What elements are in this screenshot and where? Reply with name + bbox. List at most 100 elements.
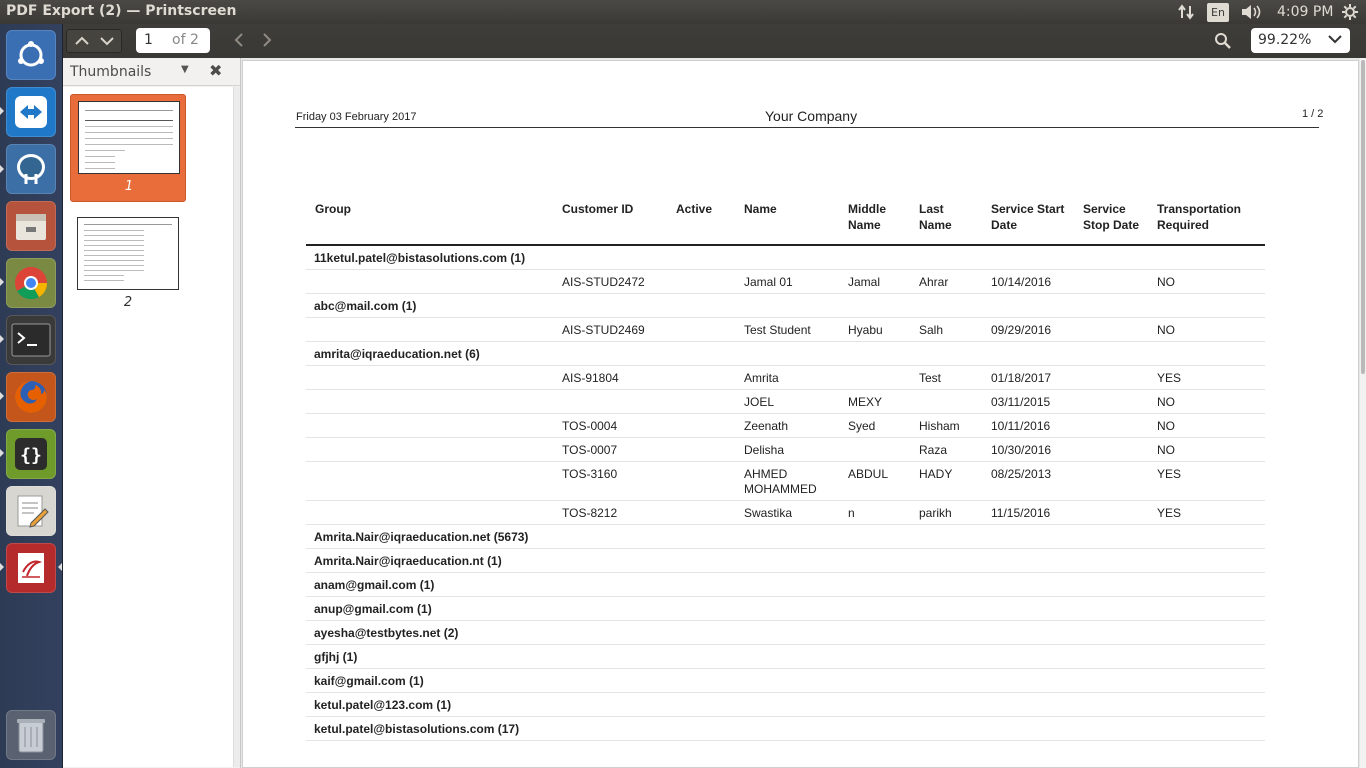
next-page-chevron-down-icon[interactable]	[95, 31, 119, 51]
column-header-transportation-required: Transportation Required	[1157, 202, 1242, 232]
previous-page-chevron-up-icon[interactable]	[70, 31, 94, 51]
running-indicator	[0, 278, 4, 286]
group-label: ketul.patel@bistasolutions.com (17)	[314, 722, 520, 736]
files-icon[interactable]	[6, 201, 56, 251]
cell-service-start-date: 10/11/2016	[991, 419, 1051, 433]
table-row: TOS-8212 Swastika n parikh 11/15/2016 YES	[306, 501, 1265, 525]
cell-transportation-required: NO	[1157, 275, 1175, 289]
history-back-chevron-left-icon[interactable]	[228, 30, 250, 50]
report-page-number: 1 / 2	[1302, 108, 1324, 120]
column-header-group: Group	[315, 202, 351, 216]
cell-service-start-date: 10/30/2016	[991, 443, 1052, 457]
thumbnail-label: 1	[124, 179, 134, 194]
document-scrollbar[interactable]	[1360, 58, 1366, 768]
group-row: kaif@gmail.com (1)	[306, 669, 1265, 693]
close-sidebar-icon[interactable]: ✖	[209, 61, 222, 80]
group-row: Amrita.Nair@iqraeducation.nt (1)	[306, 549, 1265, 573]
thumbnail-page-1[interactable]: 1	[70, 94, 186, 202]
document-scrollbar-thumb[interactable]	[1361, 60, 1365, 374]
running-indicator	[0, 335, 4, 343]
search-icon[interactable]	[1211, 30, 1233, 50]
group-row: Amrita.Nair@iqraeducation.net (5673)	[306, 525, 1265, 549]
cell-last-name: HADY	[919, 467, 953, 481]
group-label: Amrita.Nair@iqraeducation.net (5673)	[314, 530, 529, 544]
page-nav-group	[66, 29, 122, 53]
history-forward-chevron-right-icon[interactable]	[256, 30, 278, 50]
page-number-field[interactable]: 1 of 2	[136, 28, 210, 53]
group-row: abc@mail.com (1)	[306, 294, 1265, 318]
cell-middle-name: n	[848, 506, 855, 520]
ubuntu-dash-icon[interactable]	[6, 30, 56, 80]
trash-icon[interactable]	[6, 710, 56, 760]
terminal-icon[interactable]	[6, 315, 56, 365]
page-number-input[interactable]: 1	[144, 32, 153, 48]
column-header-middle-name: Middle Name	[848, 202, 886, 232]
table-row: AIS-STUD2469 Test Student Hyabu Salh 09/29/2…	[306, 318, 1265, 342]
svg-text:{}: {}	[20, 445, 42, 466]
teamviewer-icon[interactable]	[6, 87, 56, 137]
pgadmin-elephant-icon[interactable]	[6, 144, 56, 194]
group-label: ayesha@testbytes.net (2)	[314, 626, 459, 640]
sidebar-scrollbar[interactable]	[233, 87, 240, 767]
group-label: ketul.patel@123.com (1)	[314, 698, 452, 712]
table-row: TOS-3160 AHMED MOHAMMED ABDUL HADY 08/25/201…	[306, 462, 1265, 501]
thumbnails-sidebar: Thumbnails ▼ ✖ 1 2	[63, 58, 241, 768]
window-title: PDF Export (2) — Printscreen	[6, 3, 237, 19]
volume-icon[interactable]	[1239, 2, 1263, 22]
chevron-down-icon	[1328, 32, 1342, 48]
running-indicator	[0, 563, 4, 571]
zoom-value: 99.22%	[1258, 32, 1312, 48]
column-header-service-stop-date: Service Stop Date	[1083, 202, 1140, 232]
thumbnail-page-2[interactable]: 2	[70, 211, 186, 311]
cell-service-start-date: 09/29/2016	[991, 323, 1052, 337]
table-row: TOS-0007 Delisha Raza 10/30/2016 NO	[306, 438, 1265, 462]
table-row: TOS-0004 Zeenath Syed Hisham 10/11/2016 NO	[306, 414, 1265, 438]
cell-name: JOEL	[744, 395, 775, 409]
group-row: anam@gmail.com (1)	[306, 573, 1265, 597]
focused-indicator	[58, 563, 62, 571]
network-transfer-icon[interactable]	[1176, 2, 1196, 22]
launcher: {}	[0, 24, 63, 768]
sidebar-mode-dropdown-icon[interactable]: ▼	[181, 64, 189, 75]
clock[interactable]: 4:09 PM	[1277, 2, 1333, 22]
cell-name: Swastika	[744, 506, 793, 520]
column-header-customer-id: Customer ID	[562, 202, 634, 216]
sidebar-title: Thumbnails	[70, 64, 152, 80]
group-label: anam@gmail.com (1)	[314, 578, 435, 592]
text-editor-icon[interactable]	[6, 486, 56, 536]
group-label: anup@gmail.com (1)	[314, 602, 432, 616]
cell-last-name: Test	[919, 371, 942, 385]
table-row: AIS-91804 Amrita Test 01/18/2017 YES	[306, 366, 1265, 390]
cell-name: Delisha	[744, 443, 785, 457]
cell-last-name: Raza	[919, 443, 948, 457]
cell-customer-id: TOS-0007	[562, 443, 618, 457]
cell-middle-name: Syed	[848, 419, 876, 433]
cell-last-name: Ahrar	[919, 275, 949, 289]
cell-last-name: Hisham	[919, 419, 960, 433]
cell-middle-name: ABDUL	[848, 467, 889, 481]
document-viewer-icon[interactable]	[6, 543, 56, 593]
group-row: anup@gmail.com (1)	[306, 597, 1265, 621]
cell-last-name: parikh	[919, 506, 952, 520]
cell-service-start-date: 08/25/2013	[991, 467, 1052, 481]
firefox-icon[interactable]	[6, 372, 56, 422]
cell-middle-name: MEXY	[848, 395, 883, 409]
brackets-icon[interactable]: {}	[6, 429, 56, 479]
cell-customer-id: TOS-0004	[562, 419, 618, 433]
column-header-name: Name	[744, 202, 777, 216]
zoom-select[interactable]: 99.22%	[1251, 28, 1350, 53]
running-indicator	[0, 107, 4, 115]
keyboard-layout-indicator[interactable]: En	[1207, 3, 1229, 22]
group-label: 11ketul.patel@bistasolutions.com (1)	[314, 251, 526, 265]
system-gear-icon[interactable]	[1340, 2, 1360, 22]
cell-customer-id: AIS-STUD2469	[562, 323, 645, 337]
chrome-icon[interactable]	[6, 258, 56, 308]
group-row: gfjhj (1)	[306, 645, 1265, 669]
group-row: amrita@iqraeducation.net (6)	[306, 342, 1265, 366]
column-header-last-name: Last Name	[919, 202, 952, 232]
group-label: amrita@iqraeducation.net (6)	[314, 347, 480, 361]
running-indicator	[0, 392, 4, 400]
group-label: gfjhj (1)	[314, 650, 358, 664]
cell-transportation-required: NO	[1157, 395, 1175, 409]
group-row: 11ketul.patel@bistasolutions.com (1)	[306, 246, 1265, 270]
